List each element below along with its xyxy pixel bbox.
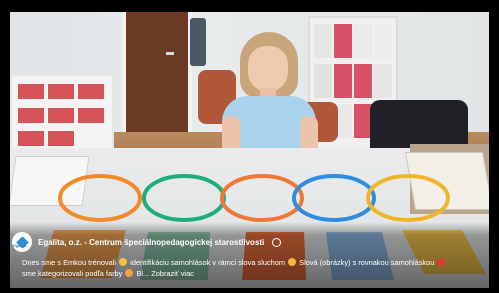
video-frame[interactable]: Egalita Egalita, o.z. - Centrum špeciáln… — [0, 0, 499, 293]
description-text-4: sme kategorizovali podľa farby — [22, 269, 123, 278]
ear-emoji-icon — [288, 258, 297, 266]
channel-info[interactable]: Egalita Egalita, o.z. - Centrum špeciáln… — [12, 232, 282, 252]
channel-logo[interactable]: Egalita — [12, 232, 32, 252]
description-text-1: Dnes sme s Emkou trénovali — [22, 258, 117, 267]
pencil-emoji-icon — [125, 269, 134, 277]
description-text-3: Slová (obrázky) s rovnakou samohláskou — [299, 258, 435, 267]
verified-icon — [272, 237, 282, 247]
logo-text: Egalita — [13, 243, 27, 248]
flexed-biceps-emoji-icon — [119, 258, 128, 266]
color-ring-2 — [142, 174, 226, 222]
color-ring-1 — [58, 174, 142, 222]
channel-name[interactable]: Egalita, o.z. - Centrum špeciálnopedagog… — [38, 238, 264, 247]
show-more-link[interactable]: Zobraziť viac — [151, 269, 194, 278]
description-text-5: Bl... — [136, 269, 150, 278]
color-ring-5 — [366, 174, 450, 222]
video-description[interactable]: Dnes sme s Emkou trénovali identifikáciu… — [22, 257, 478, 279]
color-ring-3 — [220, 174, 304, 222]
color-ring-4 — [292, 174, 376, 222]
description-text-2: identifikáciu samohlások v rámci slova s… — [130, 258, 286, 267]
no-entry-emoji-icon — [437, 258, 446, 266]
